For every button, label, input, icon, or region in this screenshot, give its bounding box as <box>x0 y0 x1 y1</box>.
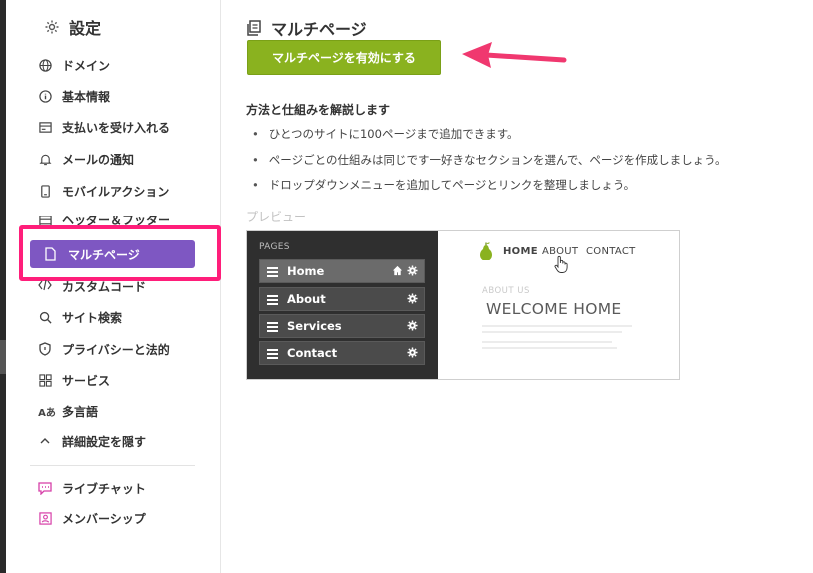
sidebar-item-label: ドメイン <box>62 58 111 73</box>
sidebar-item-label: メンバーシップ <box>62 511 146 526</box>
preview-text-line <box>482 331 622 333</box>
preview-page-row: Contact <box>259 341 425 365</box>
sidebar-item-label: モバイルアクション <box>62 184 170 199</box>
sidebar-item-basic-info[interactable]: 基本情報 <box>38 85 110 107</box>
sidebar-header: 設定 <box>44 15 101 39</box>
feature-list: ひとつのサイトに100ページまで追加できます。 ページごとの仕組みは同じです一好… <box>252 122 727 199</box>
preview-nav-home: HOME <box>503 246 538 257</box>
how-it-works-heading: 方法と仕組みを解説します <box>246 103 391 117</box>
gear-icon <box>407 265 418 276</box>
sidebar-item-label: サイト検索 <box>62 310 123 325</box>
preview-nav-contact: CONTACT <box>586 246 636 257</box>
bell-icon <box>38 152 52 166</box>
preview-about-us: ABOUT US <box>482 286 530 296</box>
globe-icon <box>38 58 52 72</box>
sidebar-item-label: メールの通知 <box>62 152 135 167</box>
sidebar-item-label: ライブチャット <box>62 481 146 496</box>
payment-icon <box>38 120 52 134</box>
preview-welcome-heading: WELCOME HOME <box>486 300 622 318</box>
pear-logo-icon <box>480 242 492 260</box>
preview-text-line <box>482 325 632 327</box>
list-item: ページごとの仕組みは同じです一好きなセクションを選んで、ページを作成しましょう。 <box>252 148 727 174</box>
preview-page-row: Services <box>259 314 425 338</box>
sidebar-item-label: プライバシーと法的 <box>62 342 170 357</box>
list-item: ひとつのサイトに100ページまで追加できます。 <box>252 122 727 148</box>
sidebar-item-privacy[interactable]: プライバシーと法的 <box>38 338 170 360</box>
page-header: マルチページ <box>246 16 367 40</box>
hand-cursor-icon <box>554 255 568 273</box>
multipage-preview-image: PAGES Home About Services Contact HOME A… <box>246 230 680 380</box>
gear-icon <box>407 320 418 331</box>
sidebar-item-services[interactable]: サービス <box>38 369 110 391</box>
sidebar-item-label: 支払いを受け入れる <box>62 120 171 135</box>
sidebar-divider <box>30 465 195 466</box>
sidebar-item-label: 多言語 <box>62 404 99 419</box>
sidebar-item-mobile-actions[interactable]: モバイルアクション <box>38 180 169 202</box>
preview-page-label: Services <box>287 319 342 333</box>
gear-icon <box>407 293 418 304</box>
sidebar-item-label: 基本情報 <box>62 89 111 104</box>
preview-site-panel: HOME ABOUT CONTACT ABOUT US WELCOME HOME <box>438 231 679 379</box>
home-icon <box>392 265 403 276</box>
sidebar-item-domain[interactable]: ドメイン <box>38 54 110 76</box>
preview-text-line <box>482 347 617 349</box>
mobile-icon <box>38 184 52 198</box>
preview-page-label: Contact <box>287 346 338 360</box>
page-title: マルチページ <box>271 20 367 39</box>
highlight-annotation <box>19 225 221 281</box>
sidebar-item-custom-code[interactable]: カスタムコード <box>38 278 146 292</box>
preview-page-label: Home <box>287 264 325 278</box>
language-icon: Aあ <box>38 407 56 419</box>
hamburger-icon <box>267 348 279 359</box>
sidebar-title: 設定 <box>69 19 102 38</box>
list-item: ドロップダウンメニューを追加してページとリンクを整理しましょう。 <box>252 173 727 199</box>
preview-page-row: About <box>259 287 425 311</box>
sidebar-item-email-notify[interactable]: メールの通知 <box>38 148 134 170</box>
shield-icon <box>38 342 52 356</box>
sidebar-item-label: サービス <box>62 373 111 388</box>
pages-icon <box>247 20 261 36</box>
sidebar-item-payments[interactable]: 支払いを受け入れる <box>38 116 170 138</box>
gear-icon <box>407 347 418 358</box>
sidebar-item-multilingual[interactable]: Aあ 多言語 <box>38 400 98 422</box>
member-icon <box>38 511 52 525</box>
chevron-up-icon <box>38 434 52 448</box>
preview-page-label: About <box>287 292 326 306</box>
hamburger-icon <box>267 266 279 277</box>
preview-pages-label: PAGES <box>259 242 290 252</box>
info-icon <box>38 89 52 103</box>
search-icon <box>38 310 52 324</box>
enable-multipage-button[interactable]: マルチページを有効にする <box>247 40 441 75</box>
sidebar-item-label: カスタムコード <box>62 280 147 292</box>
preview-text-line <box>482 341 612 343</box>
sidebar-item-hide-advanced[interactable]: 詳細設定を隠す <box>38 430 146 452</box>
sidebar-item-label: 詳細設定を隠す <box>62 434 147 449</box>
sidebar-item-live-chat[interactable]: ライブチャット <box>38 477 146 499</box>
code-icon <box>38 278 52 292</box>
hamburger-icon <box>267 294 279 305</box>
gear-icon <box>45 20 59 34</box>
preview-label: プレビュー <box>246 210 307 224</box>
preview-page-row: Home <box>259 259 425 283</box>
sidebar-item-site-search[interactable]: サイト検索 <box>38 306 122 328</box>
main-panel: マルチページ マルチページを有効にする 方法と仕組みを解説します ひとつのサイト… <box>222 0 813 573</box>
sidebar-item-membership[interactable]: メンバーシップ <box>38 507 146 529</box>
chat-icon <box>38 481 52 495</box>
hamburger-icon <box>267 321 279 332</box>
preview-pages-panel: PAGES Home About Services Contact <box>247 231 438 379</box>
grid-icon <box>38 373 52 387</box>
pointer-arrow-annotation <box>462 42 567 68</box>
